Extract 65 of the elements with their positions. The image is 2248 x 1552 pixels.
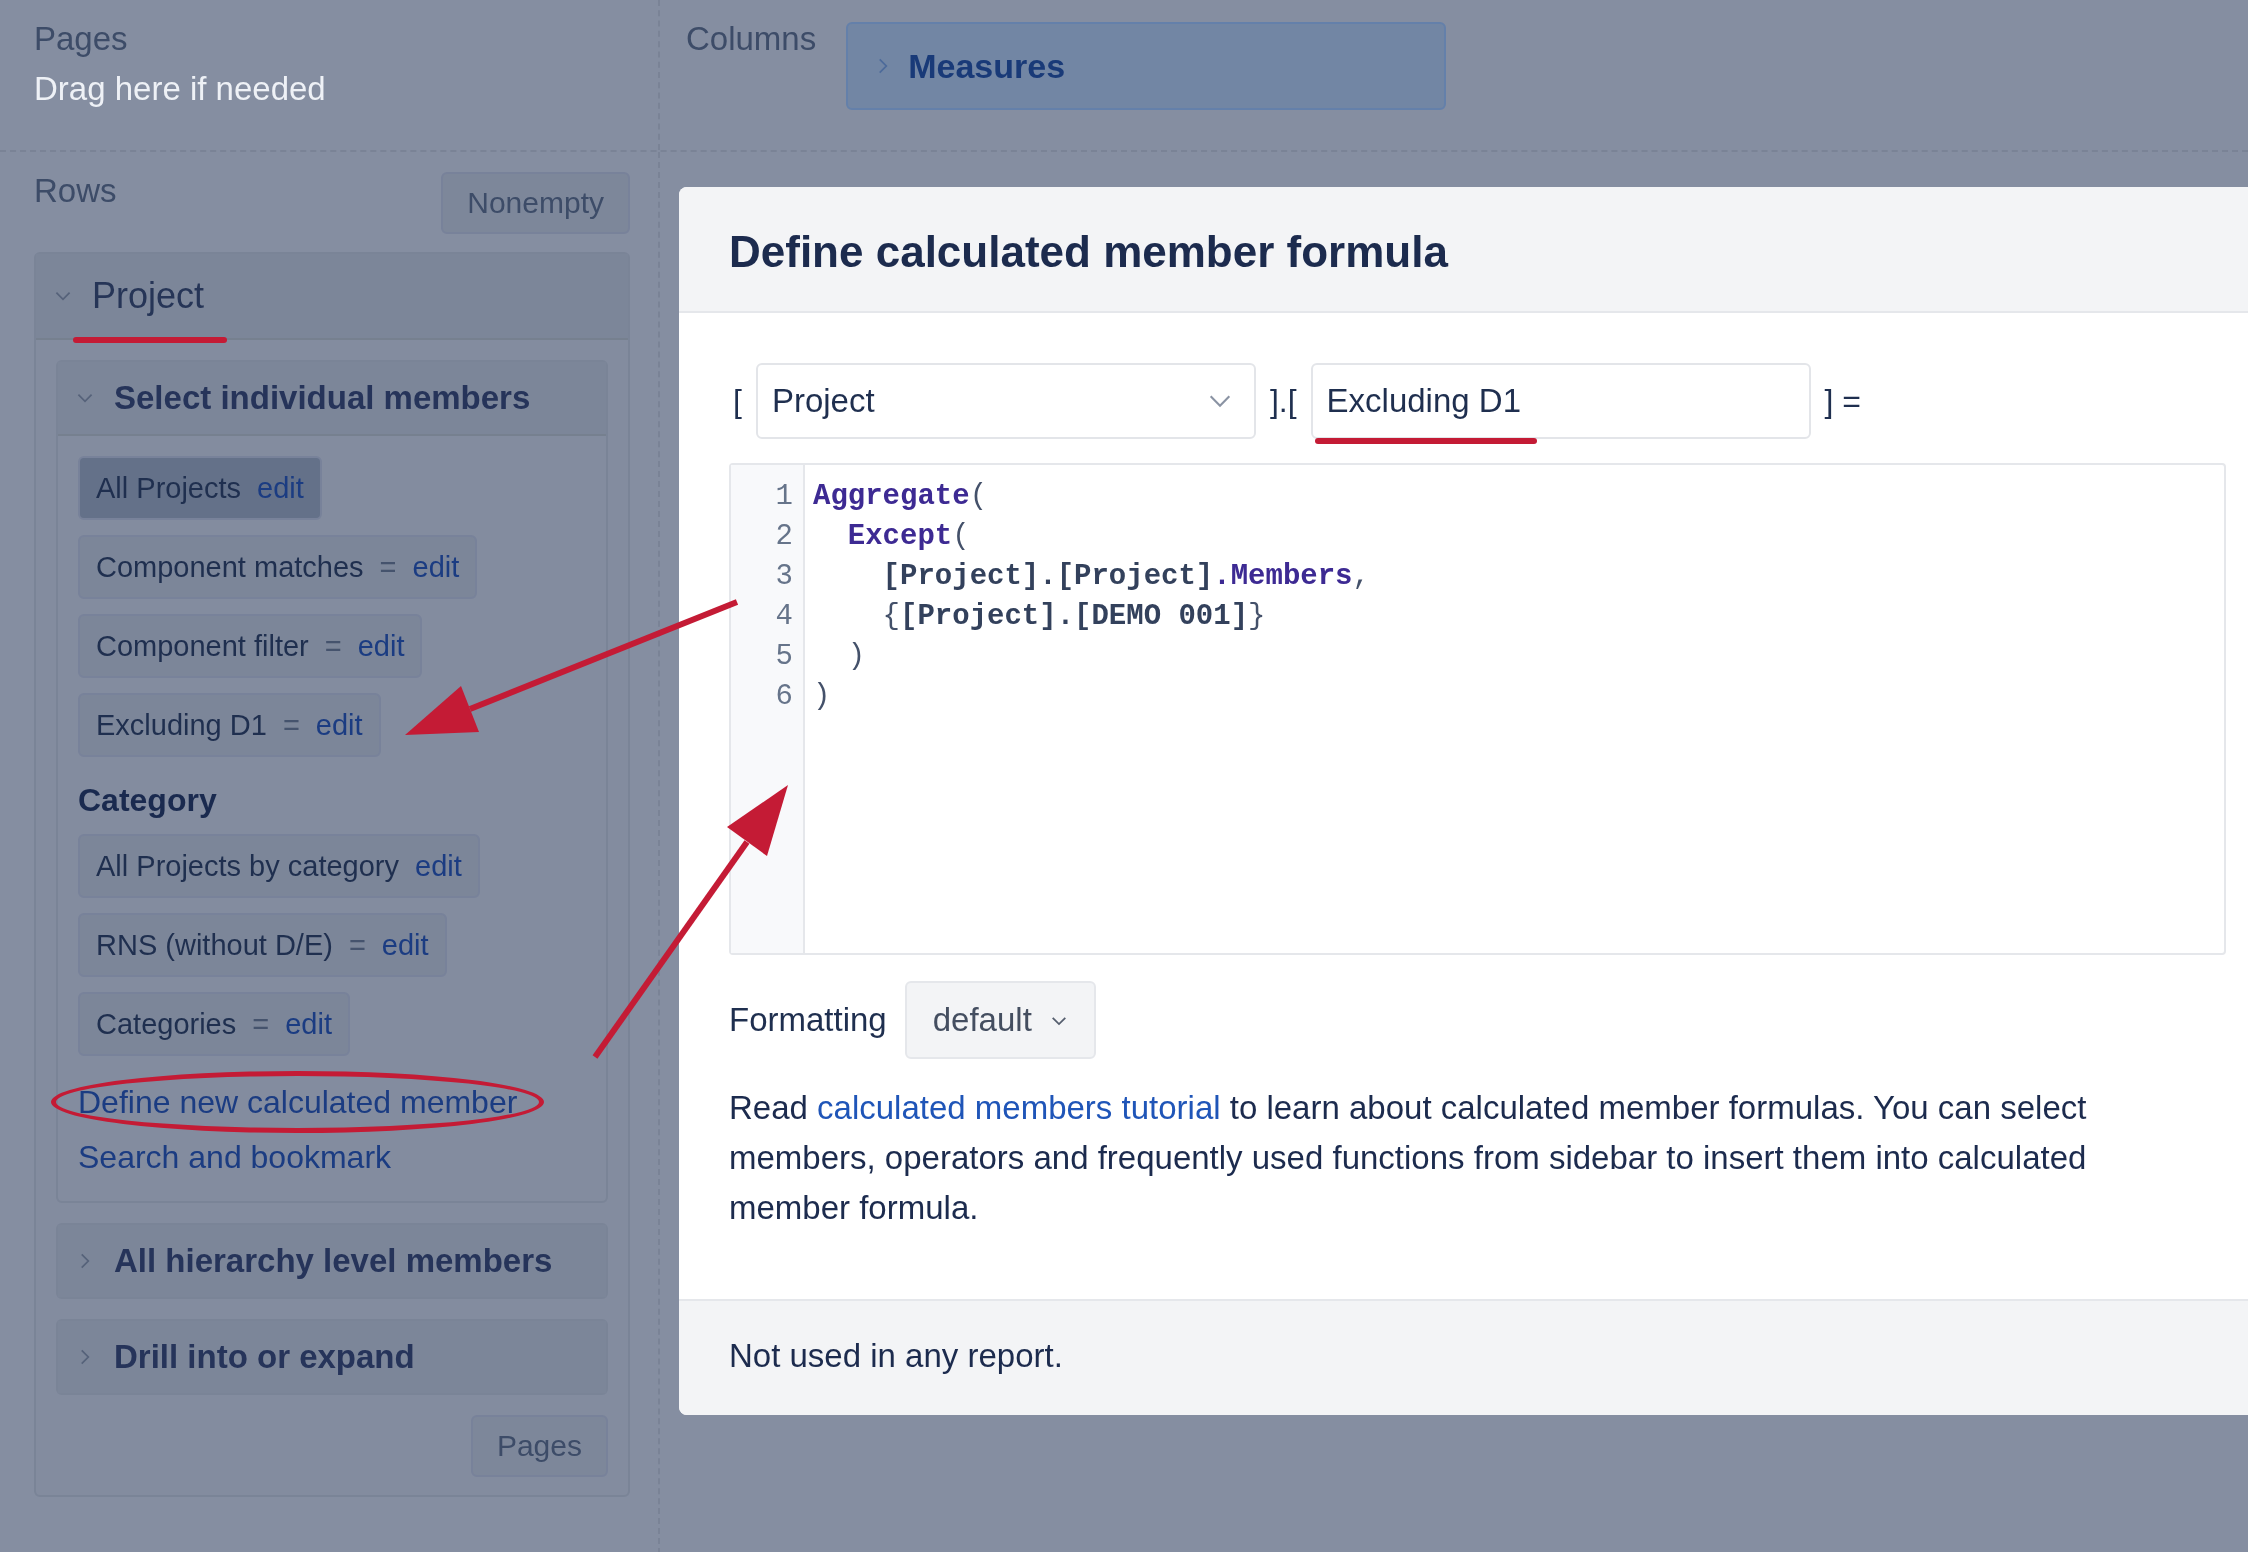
member-chip[interactable]: Component filter = edit (78, 614, 423, 678)
edit-link[interactable]: edit (412, 550, 460, 584)
member-chip[interactable]: Component matches = edit (78, 535, 478, 599)
pages-label: Pages (34, 20, 129, 58)
help-paragraph: Read calculated members tutorial to learn about calculated member formulas. You can select members, operators and frequently used functions from sidebar to insert them into calculated member formula. (729, 1088, 2088, 1228)
edit-link[interactable]: edit (315, 708, 363, 742)
line-number: 2 (775, 519, 793, 555)
member-name-field[interactable]: Excluding D1 (1310, 363, 1811, 439)
member-name: Component filter (96, 629, 309, 663)
line-number: 4 (775, 599, 793, 635)
equals-sign: = (252, 1007, 270, 1041)
edit-link[interactable]: edit (415, 849, 462, 883)
equals-sign: = (282, 708, 300, 742)
member-name: Categories (96, 1007, 237, 1041)
action-link[interactable]: Search and bookmark (78, 1133, 545, 1181)
line-number: 5 (775, 639, 793, 675)
code-line: ) (846, 639, 867, 675)
group-heading: Category (78, 782, 217, 819)
member-chip[interactable]: RNS (without D/E) = edit (78, 913, 447, 977)
usage-note: Not used in any report. (729, 1337, 1063, 1374)
line-number: 6 (775, 679, 793, 715)
measures-label: Measures (908, 46, 1066, 86)
tutorial-link[interactable]: calculated members tutorial (817, 1089, 1221, 1126)
equals-sign: = (379, 550, 397, 584)
dimension-title: Project (92, 275, 205, 317)
member-chip[interactable]: Excluding D1 = edit (78, 693, 381, 757)
bracket-text: ].[ (1268, 382, 1298, 420)
edit-link[interactable]: edit (285, 1007, 332, 1041)
rows-label: Rows (34, 172, 117, 210)
chevron-down-icon (1207, 394, 1232, 408)
formula-editor[interactable]: 1 2 3 4 5 6 Aggregate( Except( [Project].[Project].Members, {[Project].[DEMO 001]} ) ) (729, 463, 2226, 955)
edit-link[interactable]: edit (257, 471, 304, 505)
code-line: Aggregate( (813, 479, 989, 515)
bracket-text: [ (732, 382, 743, 420)
dialog-title: Define calculated member formula (729, 227, 1448, 276)
member-chip[interactable]: All Projects by category edit (78, 834, 480, 898)
member-name: Excluding D1 (96, 708, 267, 742)
member-name: All Projects by category (96, 849, 399, 883)
code-line: ) (813, 679, 832, 715)
chevron-down-icon (1049, 1014, 1068, 1026)
drop-placeholder: Drag here if needed (34, 70, 327, 108)
edit-link[interactable]: edit (381, 928, 429, 962)
bracket-text: ] = (1823, 382, 1863, 420)
edit-link[interactable]: edit (357, 629, 405, 663)
code-line: Except( (846, 519, 971, 555)
formatting-label: Formatting (729, 1001, 887, 1039)
dimension-select[interactable]: Project (755, 363, 1256, 439)
action-link[interactable]: Define new calculated member (78, 1084, 518, 1120)
member-name: RNS (without D/E) (96, 928, 333, 962)
code-line: {[Project].[DEMO 001]} (881, 599, 1267, 635)
formatting-select[interactable]: default (904, 981, 1096, 1059)
line-number: 3 (775, 559, 793, 595)
code-line: [Project].[Project].Members, (881, 559, 1370, 595)
member-chip[interactable]: All Projects edit (78, 456, 322, 520)
columns-label: Columns (686, 20, 817, 58)
equals-sign: = (324, 629, 342, 663)
line-number: 1 (775, 479, 793, 515)
drop-zone[interactable]: Pages Drag here if needed (0, 0, 660, 150)
member-chip[interactable]: Categories = edit (78, 992, 350, 1056)
nonempty-button[interactable]: Nonempty (441, 172, 630, 234)
member-name: All Projects (96, 471, 242, 505)
measures-chip[interactable]: Measures (846, 22, 1447, 110)
pages-button[interactable]: Pages (470, 1415, 608, 1477)
equals-sign: = (348, 928, 366, 962)
member-name: Component matches (96, 550, 364, 584)
